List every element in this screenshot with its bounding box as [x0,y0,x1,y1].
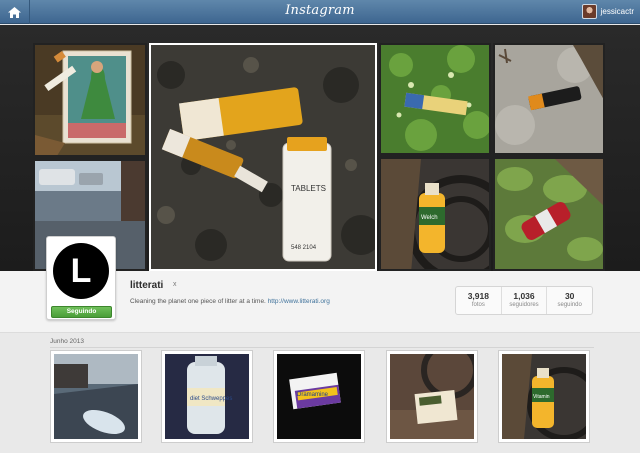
feed-photo-1[interactable] [50,350,142,443]
litterati-logo: L [53,243,109,299]
feed-photo-4-image [390,354,474,439]
cover-photo-main[interactable]: TABLETS 548 2104 [149,43,377,271]
cover-photo-1[interactable] [33,43,147,157]
cover-photo-main-image: TABLETS 548 2104 [151,45,375,269]
stat-followers[interactable]: 1,036 seguidores [502,287,548,314]
cover-photo-3[interactable] [379,43,491,155]
cover-photo-4-image [495,45,603,153]
profile-badge: x [173,281,177,288]
stat-following-value: 30 [564,291,575,301]
feed-photo-1-image [54,354,138,439]
month-divider [50,347,594,348]
feed-photo-2[interactable]: diet Schweppes [161,350,253,443]
bio-link[interactable]: http://www.litterati.org [268,298,330,305]
feed-photo-3[interactable]: Dramamine [273,350,365,443]
feed-photo-2-image: diet Schweppes [165,354,249,439]
instagram-logo[interactable]: Instagram [0,3,640,18]
profile-cover-mosaic: TABLETS 548 2104 Welch [0,25,640,271]
feed-photo-3-image: Dramamine [277,354,361,439]
cover-photo-6[interactable]: Welch [379,157,491,271]
profile-stats: 3,918 fotos 1,036 seguidores 30 seguindo [455,286,593,315]
stat-followers-value: 1,036 [513,291,535,301]
dramamine-label-text: Dramamine [297,392,329,398]
user-avatar [581,4,597,19]
stat-photos-label: fotos [471,302,485,308]
diet-label-text: diet Schweppes [190,396,232,402]
cover-photo-6-image: Welch [381,159,489,269]
stat-followers-label: seguidores [509,302,539,308]
top-nav-bar: Instagram jessicactr [0,0,640,24]
pill-label-text: TABLETS [291,184,326,193]
feed-month-label: Junho 2013 [50,338,84,345]
profile-avatar[interactable]: L [52,242,110,300]
feed-bottle-label: Vitamin [533,394,550,400]
following-button[interactable]: Seguindo [51,306,112,318]
bio-text: Cleaning the planet one piece of litter … [130,298,266,305]
pill-label-number: 548 2104 [291,245,317,251]
profile-bio: Cleaning the planet one piece of litter … [130,298,330,305]
feed-photo-5-image: Vitamin [502,354,586,439]
cover-photo-7[interactable] [493,157,605,271]
stat-following-label: seguindo [557,302,582,308]
logo-letter: L [70,252,92,290]
feed-photo-4[interactable] [386,350,478,443]
stat-photos[interactable]: 3,918 fotos [456,287,502,314]
user-menu[interactable]: jessicactr [581,4,634,19]
cover-photo-1-image [35,45,145,155]
profile-avatar-card: L Seguindo [46,236,116,320]
user-name: jessicactr [600,7,634,16]
feed-photo-5[interactable]: Vitamin [498,350,590,443]
cover-photo-4[interactable] [493,43,605,155]
cover-photo-7-image [495,159,603,269]
stat-following[interactable]: 30 seguindo [547,287,592,314]
stat-photos-value: 3,918 [467,291,489,301]
cover-photo-3-image [381,45,489,153]
profile-username: litterati [130,280,164,291]
bottle-label-text: Welch [421,215,438,221]
